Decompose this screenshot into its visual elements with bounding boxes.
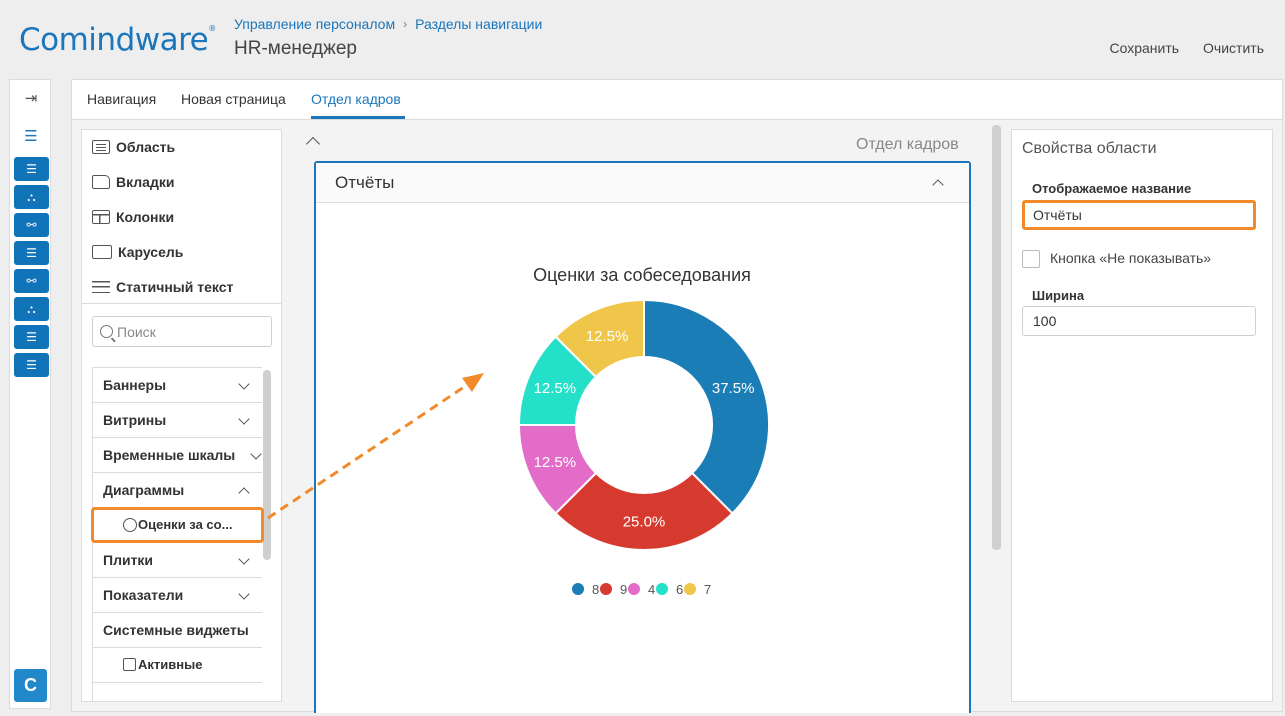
rail-button-flow-icon[interactable]: ⚯ xyxy=(14,269,49,293)
left-rail: ⇥ ☰ ☰ ⛬ ⚯ ☰ ⚯ ⛬ ☰ ☰ C xyxy=(9,79,51,709)
collapse-chevron-icon[interactable] xyxy=(305,136,321,152)
list-item-active[interactable]: Активные xyxy=(93,648,262,683)
chevron-down-icon xyxy=(238,553,250,565)
expand-panel-icon[interactable]: ⇥ xyxy=(10,89,52,109)
search-icon xyxy=(100,325,113,338)
palette-item-carousel[interactable]: Карусель xyxy=(92,242,183,262)
canvas-scrollbar[interactable] xyxy=(992,125,1001,550)
width-field[interactable] xyxy=(1022,306,1256,336)
palette-item-columns[interactable]: Колонки xyxy=(92,207,174,227)
carousel-icon xyxy=(92,245,112,259)
area-icon xyxy=(92,140,110,154)
breadcrumb-item-nav-sections[interactable]: Разделы навигации xyxy=(415,16,542,32)
legend-marker-6[interactable] xyxy=(656,583,668,595)
group-banners[interactable]: Баннеры xyxy=(93,368,262,403)
app-header: Comindware® Управление персоналом › Разд… xyxy=(0,0,1285,78)
legend-marker-8[interactable] xyxy=(572,583,584,595)
divider xyxy=(82,303,281,304)
palette-item-area[interactable]: Область xyxy=(92,137,175,157)
copy-icon xyxy=(123,658,136,671)
palette-item-tabs[interactable]: Вкладки xyxy=(92,172,174,192)
rail-button-list-icon[interactable]: ☰ xyxy=(14,157,49,181)
donut-chart: Оценки за собеседования 37.5% 25.0% 12.5% 1… xyxy=(517,265,770,597)
group-tiles[interactable]: Плитки xyxy=(93,543,262,578)
legend-label-4: 4 xyxy=(648,582,655,597)
text-lines-icon xyxy=(92,281,110,293)
group-system-widgets[interactable]: Системные виджеты xyxy=(93,613,262,648)
panel-title: Свойства области xyxy=(1022,140,1157,157)
report-area-card[interactable]: Отчёты Оценки за собеседования 37.5% 25.0… xyxy=(314,161,971,713)
slice-label-9: 25.0% xyxy=(623,514,666,531)
palette-scrollbar[interactable] xyxy=(263,370,271,560)
logo: Comindware® xyxy=(19,22,216,58)
legend-label-9: 9 xyxy=(620,582,627,597)
chart-title: Оценки за собеседования xyxy=(533,265,751,285)
selected-widget-highlight xyxy=(91,507,264,543)
columns-icon xyxy=(92,210,110,224)
clear-button[interactable]: Очистить xyxy=(1203,40,1264,56)
chevron-down-icon xyxy=(238,413,250,425)
breadcrumb-item-hr[interactable]: Управление персоналом xyxy=(234,16,395,32)
tab-bar: Навигация Новая страница Отдел кадров xyxy=(72,80,1282,120)
slice-label-8: 37.5% xyxy=(712,380,755,397)
comindware-app-button[interactable]: C xyxy=(14,669,47,702)
rail-button-list-icon[interactable]: ☰ xyxy=(14,325,49,349)
folder-icon xyxy=(92,175,110,189)
group-showcases[interactable]: Витрины xyxy=(93,403,262,438)
chevron-down-icon xyxy=(238,588,250,600)
component-palette: Область Вкладки Колонки Карусель Статичн… xyxy=(81,129,282,702)
chevron-up-icon xyxy=(238,487,250,499)
main-workspace: Навигация Новая страница Отдел кадров Об… xyxy=(71,79,1283,713)
rail-button-list-icon[interactable]: ☰ xyxy=(14,353,49,377)
hide-button-label: Кнопка «Не показывать» xyxy=(1050,250,1212,266)
save-button[interactable]: Сохранить xyxy=(1109,40,1179,56)
card-title: Отчёты xyxy=(335,173,395,192)
legend-marker-4[interactable] xyxy=(628,583,640,595)
group-charts[interactable]: Диаграммы xyxy=(93,473,262,508)
chevron-down-icon xyxy=(250,448,262,460)
slice-label-7: 12.5% xyxy=(586,328,629,345)
rail-button-list-icon[interactable]: ☰ xyxy=(14,241,49,265)
hide-button-checkbox[interactable] xyxy=(1022,250,1040,268)
donut-slice-8[interactable] xyxy=(643,298,770,515)
active-tab-indicator xyxy=(311,116,405,119)
chevron-down-icon xyxy=(238,378,250,390)
rail-button-hierarchy-icon[interactable]: ⛬ xyxy=(14,185,49,209)
rail-button-hierarchy-icon[interactable]: ⛬ xyxy=(14,297,49,321)
legend-label-7: 7 xyxy=(704,582,711,597)
rail-button-flow-icon[interactable]: ⚯ xyxy=(14,213,49,237)
display-name-label: Отображаемое название xyxy=(1032,181,1192,196)
tab-new-page[interactable]: Новая страница xyxy=(181,91,286,107)
search-input[interactable] xyxy=(117,323,267,340)
card-header: Отчёты xyxy=(316,163,969,203)
palette-search[interactable] xyxy=(92,316,272,347)
breadcrumb: Управление персоналом › Разделы навигаци… xyxy=(234,16,542,32)
chevron-up-icon[interactable] xyxy=(932,179,944,191)
display-name-field[interactable] xyxy=(1022,200,1256,230)
width-label: Ширина xyxy=(1032,288,1085,303)
palette-item-static-text[interactable]: Статичный текст xyxy=(92,277,233,297)
page-title: HR-менеджер xyxy=(234,38,357,59)
legend-label-6: 6 xyxy=(676,582,683,597)
properties-panel: Свойства области Отображаемое название К… xyxy=(1011,129,1273,702)
legend-label-8: 8 xyxy=(592,582,599,597)
tab-hr-department[interactable]: Отдел кадров xyxy=(311,91,401,107)
slice-label-4: 12.5% xyxy=(534,454,577,471)
tab-navigation[interactable]: Навигация xyxy=(87,91,156,107)
group-timelines[interactable]: Временные шкалы xyxy=(93,438,262,473)
legend-marker-7[interactable] xyxy=(684,583,696,595)
checklist-icon[interactable]: ☰ xyxy=(10,127,52,147)
chevron-right-icon: › xyxy=(403,17,408,31)
slice-label-6: 12.5% xyxy=(534,380,577,397)
area-caption: Отдел кадров xyxy=(856,136,959,153)
legend-marker-9[interactable] xyxy=(600,583,612,595)
group-indicators[interactable]: Показатели xyxy=(93,578,262,613)
